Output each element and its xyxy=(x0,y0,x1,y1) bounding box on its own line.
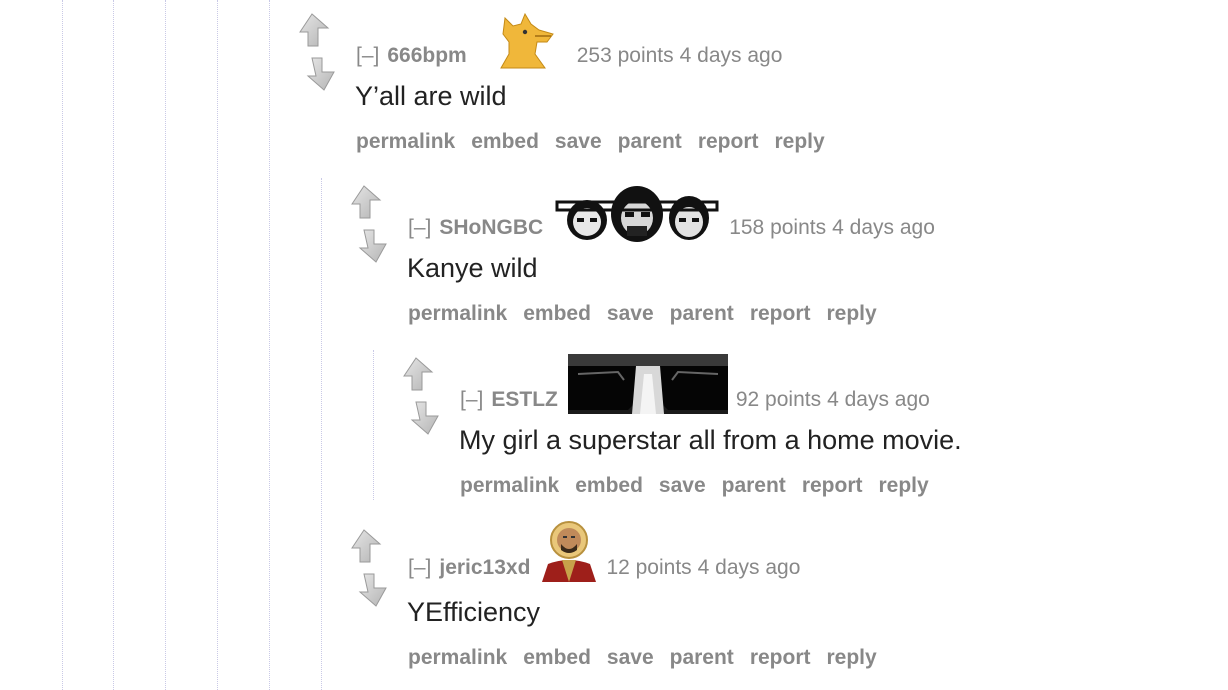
reply-link[interactable]: reply xyxy=(775,130,825,153)
thread-guide xyxy=(113,0,114,690)
report-link[interactable]: report xyxy=(750,302,811,325)
reply-link[interactable]: reply xyxy=(827,646,877,669)
embed-link[interactable]: embed xyxy=(471,130,539,153)
collapse-toggle[interactable]: [–] xyxy=(460,388,483,414)
comment-body: YEfficiency xyxy=(407,597,541,627)
downvote-arrow-icon[interactable] xyxy=(406,398,446,438)
downvote-arrow-icon[interactable] xyxy=(354,570,394,610)
comment: [–] 666bpm 253 points 4 days ago Y’all a… xyxy=(296,10,1196,170)
comment: [–] SHoNGBC 158 points 4 days ago Kanye … xyxy=(348,182,1208,342)
thread-guide xyxy=(217,0,218,690)
vote-controls xyxy=(296,10,336,94)
collapse-toggle[interactable]: [–] xyxy=(408,556,431,582)
collapse-toggle[interactable]: [–] xyxy=(408,216,431,242)
save-link[interactable]: save xyxy=(555,130,602,153)
upvote-arrow-icon[interactable] xyxy=(400,354,440,394)
score-label: 92 points xyxy=(735,388,822,411)
parent-link[interactable]: parent xyxy=(670,646,734,669)
thread-guide xyxy=(321,178,322,690)
comment-actions: permalink embed save parent report reply xyxy=(356,130,841,154)
timestamp-link[interactable]: 4 days ago xyxy=(827,388,930,414)
upvote-arrow-icon[interactable] xyxy=(296,10,336,50)
vote-controls xyxy=(348,182,388,266)
embed-link[interactable]: embed xyxy=(523,302,591,325)
vote-controls xyxy=(400,354,440,438)
parent-link[interactable]: parent xyxy=(618,130,682,153)
score-label: 253 points xyxy=(576,44,674,67)
embed-link[interactable]: embed xyxy=(575,474,643,497)
report-link[interactable]: report xyxy=(802,474,863,497)
upvote-arrow-icon[interactable] xyxy=(348,182,388,222)
save-link[interactable]: save xyxy=(607,646,654,669)
author-link[interactable]: ESTLZ xyxy=(491,388,558,414)
three-faces-flair-icon xyxy=(553,182,722,242)
saint-portrait-flair-icon xyxy=(542,521,597,582)
author-link[interactable]: jeric13xd xyxy=(439,556,530,582)
downvote-arrow-icon[interactable] xyxy=(302,54,342,94)
comment-body: My girl a superstar all from a home movi… xyxy=(459,425,962,455)
timestamp-link[interactable]: 4 days ago xyxy=(698,556,801,582)
permalink-link[interactable]: permalink xyxy=(408,302,507,325)
permalink-link[interactable]: permalink xyxy=(460,474,559,497)
comment-body: Kanye wild xyxy=(407,253,538,283)
timestamp-link[interactable]: 4 days ago xyxy=(680,44,783,70)
collapse-toggle[interactable]: [–] xyxy=(356,44,379,70)
comment-tagline: [–] 666bpm 253 points 4 days ago xyxy=(356,10,782,70)
upvote-arrow-icon[interactable] xyxy=(348,526,388,566)
comment-tagline: [–] ESTLZ 92 points 4 days ago xyxy=(460,350,930,414)
save-link[interactable]: save xyxy=(607,302,654,325)
comment-tagline: [–] jeric13xd 12 points 4 days ago xyxy=(408,520,800,582)
thread-guide xyxy=(373,350,374,500)
parent-link[interactable]: parent xyxy=(670,302,734,325)
reply-link[interactable]: reply xyxy=(827,302,877,325)
reply-link[interactable]: reply xyxy=(879,474,929,497)
sunglasses-face-flair-icon xyxy=(567,354,728,414)
author-link[interactable]: SHoNGBC xyxy=(439,216,543,242)
comment-actions: permalink embed save parent report reply xyxy=(408,302,893,326)
permalink-link[interactable]: permalink xyxy=(356,130,455,153)
report-link[interactable]: report xyxy=(750,646,811,669)
comment: [–] ESTLZ 92 points 4 days ago My girl a… xyxy=(400,354,1200,514)
comment-actions: permalink embed save parent report reply xyxy=(460,474,945,498)
yellow-fox-avatar-icon xyxy=(499,12,554,69)
save-link[interactable]: save xyxy=(659,474,706,497)
thread-guide xyxy=(269,0,270,690)
comment: [–] jeric13xd 12 points 4 days ago YEffi… xyxy=(348,521,1208,686)
permalink-link[interactable]: permalink xyxy=(408,646,507,669)
author-link[interactable]: 666bpm xyxy=(387,44,466,70)
comment-tagline: [–] SHoNGBC 158 points 4 days ago xyxy=(408,182,935,242)
downvote-arrow-icon[interactable] xyxy=(354,226,394,266)
thread-guide xyxy=(165,0,166,690)
thread-guide xyxy=(62,0,63,690)
comment-body: Y’all are wild xyxy=(355,81,507,111)
embed-link[interactable]: embed xyxy=(523,646,591,669)
parent-link[interactable]: parent xyxy=(722,474,786,497)
report-link[interactable]: report xyxy=(698,130,759,153)
comment-actions: permalink embed save parent report reply xyxy=(408,646,893,670)
score-label: 158 points xyxy=(729,216,827,239)
timestamp-link[interactable]: 4 days ago xyxy=(832,216,935,242)
vote-controls xyxy=(348,526,388,610)
score-label: 12 points xyxy=(606,556,692,579)
